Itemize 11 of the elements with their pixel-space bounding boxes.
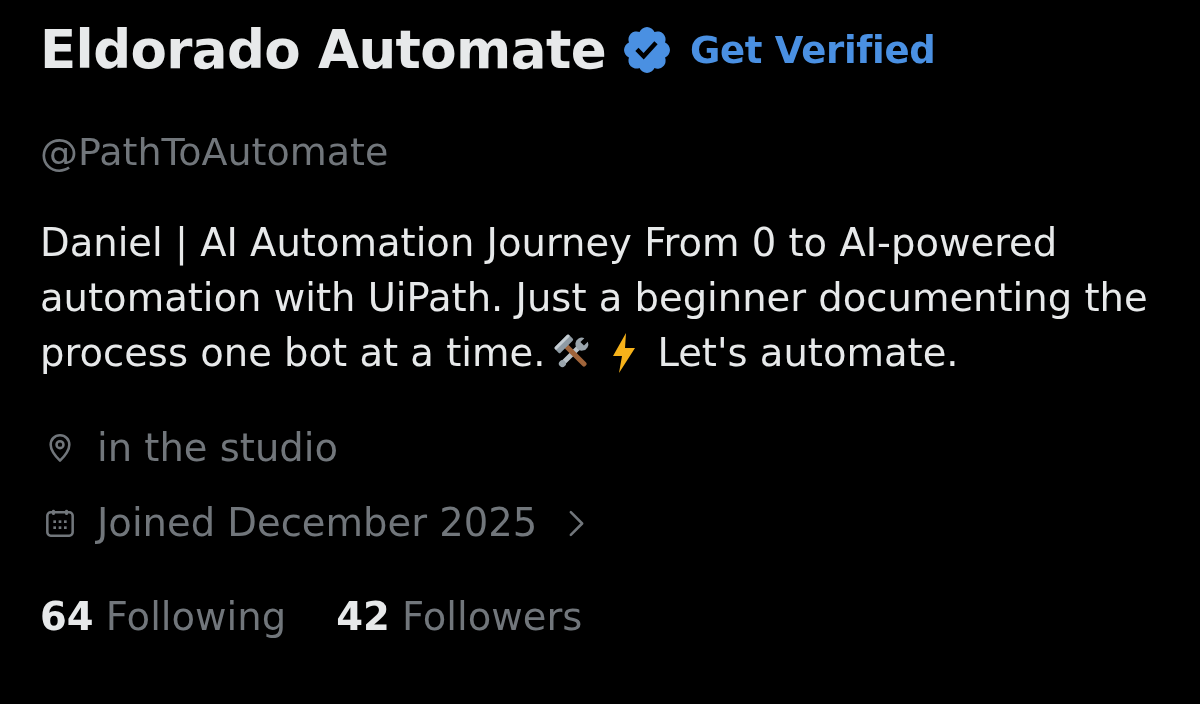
get-verified-link[interactable]: Get Verified — [690, 28, 936, 72]
join-date-text: Joined December 2025 — [97, 500, 538, 546]
user-handle: @PathToAutomate — [40, 129, 389, 176]
follow-count-link[interactable]: 64 Following — [40, 594, 287, 640]
bio-text: Daniel | AI Automation Journey From 0 to AI-powered automation with UiPath. Just a beginner documenting the process one bot at a time. Let's automate. — [40, 219, 1149, 377]
location-text: in the studio — [97, 425, 338, 471]
lightning-bolt-icon — [613, 333, 636, 373]
calendar-icon — [44, 507, 76, 539]
follow-count-link[interactable]: 42 Followers — [336, 594, 583, 640]
chevron-right-icon[interactable] — [568, 508, 586, 538]
display-name: Eldorado Automate — [40, 18, 606, 82]
